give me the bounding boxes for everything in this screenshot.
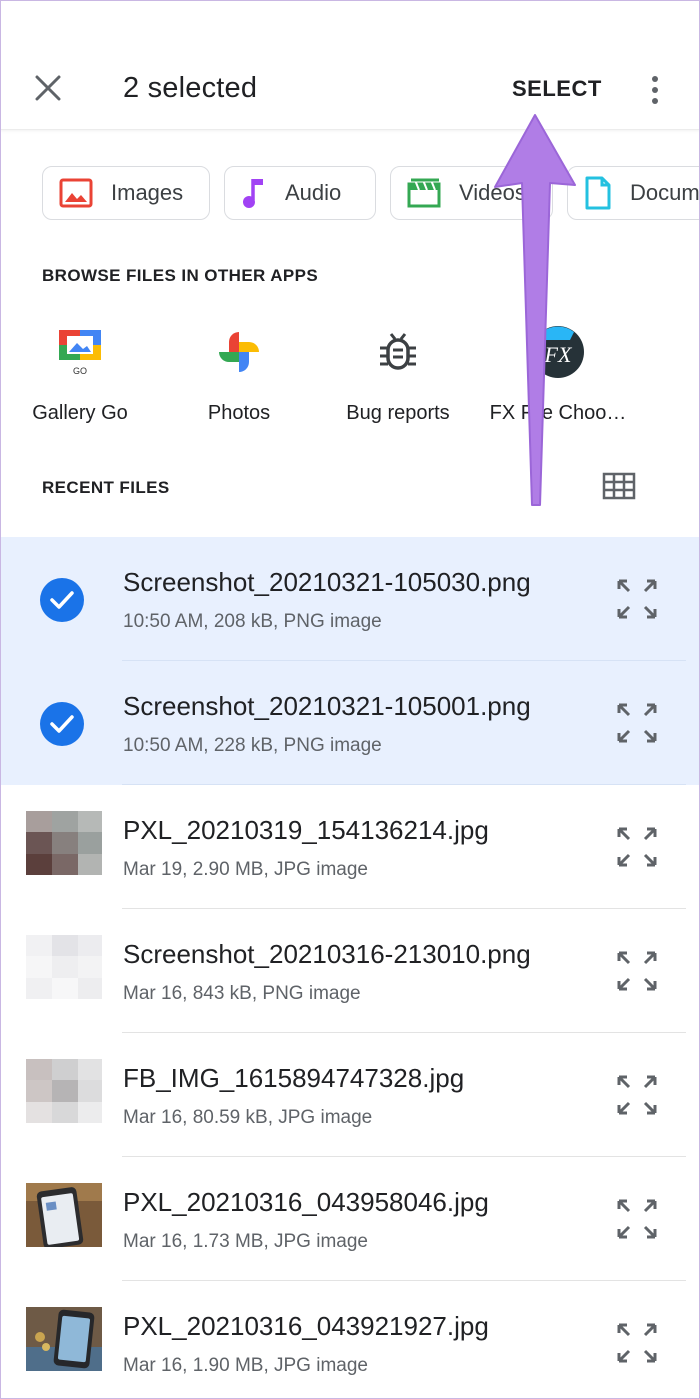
- selection-count-title: 2 selected: [123, 72, 258, 104]
- file-name: Screenshot_20210316-213010.png: [123, 939, 531, 969]
- category-chips: Images Audio Videos Documents: [0, 166, 700, 222]
- file-row[interactable]: PXL_20210316_043921927.jpg Mar 16, 1.90 …: [0, 1281, 700, 1399]
- file-meta: Mar 19, 2.90 MB, JPG image: [123, 859, 368, 880]
- grid-view-toggle[interactable]: [602, 472, 636, 502]
- expand-button[interactable]: [615, 825, 659, 869]
- expand-icon: [617, 1075, 657, 1115]
- browse-apps-row: GO Gallery Go Photos Bug reports FX FX F…: [0, 320, 700, 430]
- app-bug-reports[interactable]: Bug reports: [318, 320, 478, 425]
- app-bar: 2 selected SELECT: [0, 0, 700, 130]
- expand-button[interactable]: [615, 1321, 659, 1365]
- file-meta: Mar 16, 1.90 MB, JPG image: [123, 1355, 368, 1376]
- file-thumbnail: [26, 811, 102, 875]
- google-photos-icon: [219, 332, 259, 372]
- expand-icon: [617, 951, 657, 991]
- movie-icon: [407, 178, 441, 208]
- svg-text:GO: GO: [73, 366, 87, 376]
- chip-label: Images: [111, 180, 184, 205]
- file-name: FB_IMG_1615894747328.jpg: [123, 1063, 465, 1093]
- more-vert-icon: [652, 76, 658, 82]
- select-button[interactable]: SELECT: [512, 76, 602, 102]
- recent-files-title: RECENT FILES: [42, 478, 170, 497]
- file-name: PXL_20210316_043958046.jpg: [123, 1187, 489, 1217]
- check-icon: [50, 715, 74, 733]
- file-name: PXL_20210316_043921927.jpg: [123, 1311, 489, 1341]
- image-icon: [59, 178, 93, 208]
- gallery-go-icon: GO: [59, 330, 101, 376]
- app-icon: [690, 324, 700, 380]
- chip-audio[interactable]: Audio: [224, 166, 376, 220]
- expand-button[interactable]: [615, 1197, 659, 1241]
- expand-icon: [617, 1323, 657, 1363]
- file-thumbnail: [26, 1183, 102, 1247]
- file-meta: 10:50 AM, 228 kB, PNG image: [123, 735, 382, 756]
- expand-button[interactable]: [615, 949, 659, 993]
- chip-label: Documents: [630, 180, 700, 205]
- app-label: Bug reports: [346, 402, 450, 424]
- expand-button[interactable]: [615, 1073, 659, 1117]
- file-row[interactable]: FB_IMG_1615894747328.jpg Mar 16, 80.59 k…: [0, 1033, 700, 1157]
- expand-button[interactable]: [615, 701, 659, 745]
- browse-apps-title: BROWSE FILES IN OTHER APPS: [42, 266, 319, 285]
- recent-files-list: Screenshot_20210321-105030.png 10:50 AM,…: [0, 537, 700, 1399]
- app-label: Gallery Go: [32, 402, 128, 424]
- chip-label: Audio: [285, 180, 342, 205]
- music-note-icon: [243, 179, 263, 208]
- check-icon: [50, 591, 74, 609]
- expand-button[interactable]: [615, 577, 659, 621]
- file-meta: Mar 16, 843 kB, PNG image: [123, 983, 361, 1004]
- app-label: G: [638, 402, 700, 425]
- app-label: Photos: [207, 402, 271, 424]
- annotation-arrow: [494, 114, 576, 506]
- file-name: PXL_20210319_154136214.jpg: [123, 815, 489, 845]
- app-gallery-go[interactable]: GO Gallery Go: [0, 320, 160, 425]
- file-row[interactable]: Screenshot_20210316-213010.png Mar 16, 8…: [0, 909, 700, 1033]
- expand-icon: [617, 579, 657, 619]
- more-options-button[interactable]: [640, 70, 670, 110]
- file-name: Screenshot_20210321-105030.png: [123, 567, 531, 597]
- expand-icon: [617, 827, 657, 867]
- file-row[interactable]: PXL_20210316_043958046.jpg Mar 16, 1.73 …: [0, 1157, 700, 1281]
- app-photos[interactable]: Photos: [159, 320, 319, 425]
- file-row[interactable]: PXL_20210319_154136214.jpg Mar 19, 2.90 …: [0, 785, 700, 909]
- file-row[interactable]: Screenshot_20210321-105030.png 10:50 AM,…: [0, 537, 700, 661]
- expand-icon: [617, 703, 657, 743]
- close-button[interactable]: [26, 66, 70, 110]
- file-thumbnail: [26, 1307, 102, 1371]
- expand-icon: [617, 1199, 657, 1239]
- selected-check[interactable]: [40, 578, 84, 622]
- selected-check[interactable]: [40, 702, 84, 746]
- file-thumbnail: [26, 1059, 102, 1123]
- file-meta: 10:50 AM, 208 kB, PNG image: [123, 611, 382, 632]
- file-row[interactable]: Screenshot_20210321-105001.png 10:50 AM,…: [0, 661, 700, 785]
- file-thumbnail: [26, 935, 102, 999]
- close-icon: [35, 75, 61, 101]
- app-partial[interactable]: G: [638, 320, 700, 425]
- chip-images[interactable]: Images: [42, 166, 210, 220]
- file-name: Screenshot_20210321-105001.png: [123, 691, 531, 721]
- bug-icon: [380, 333, 416, 370]
- file-meta: Mar 16, 1.73 MB, JPG image: [123, 1231, 368, 1252]
- file-meta: Mar 16, 80.59 kB, JPG image: [123, 1107, 373, 1128]
- grid-view-icon: [602, 472, 636, 500]
